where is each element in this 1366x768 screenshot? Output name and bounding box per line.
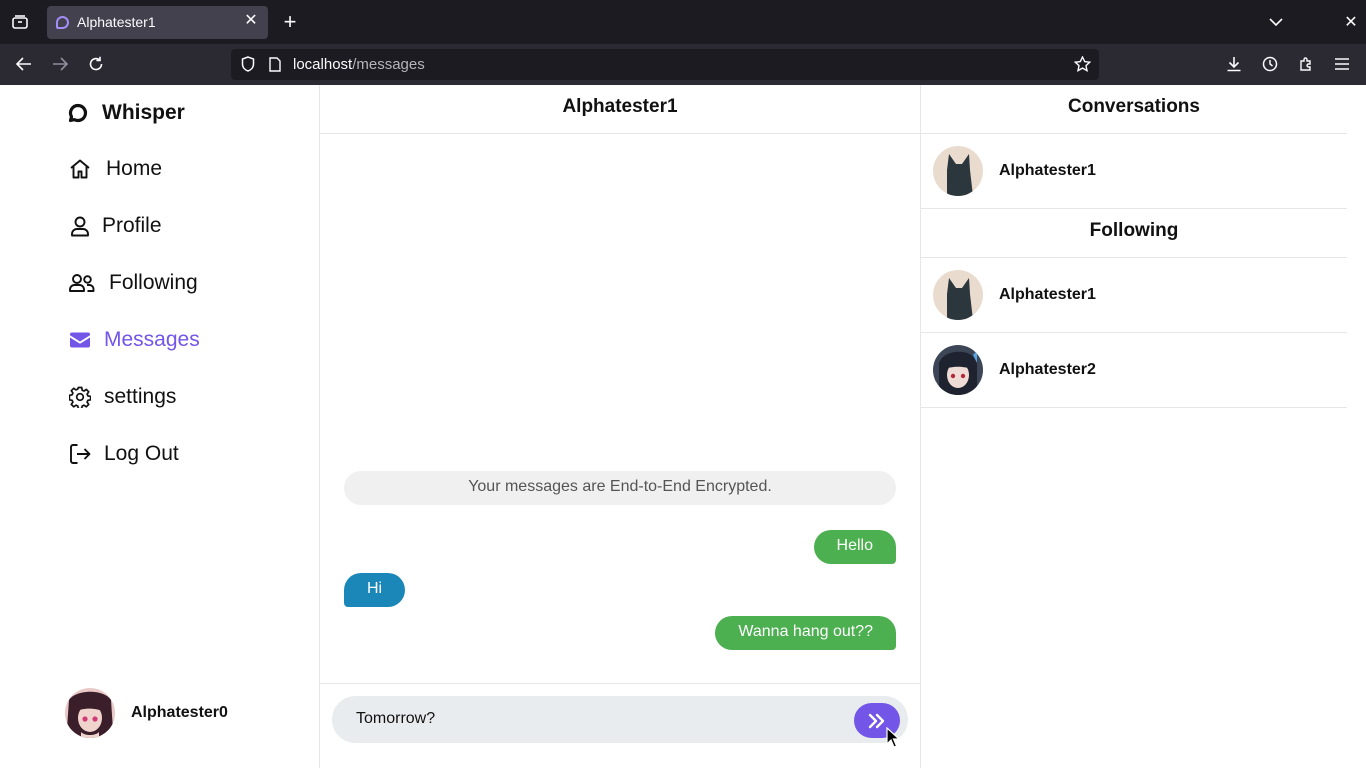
- avatar: [933, 345, 983, 395]
- tab-title: Alphatester1: [77, 14, 156, 30]
- current-user-name: Alphatester0: [131, 704, 228, 721]
- nav-label-profile: Profile: [102, 214, 162, 237]
- nav-label-logout: Log Out: [104, 442, 179, 465]
- nav-label-settings: settings: [104, 385, 177, 408]
- back-arrow-icon[interactable]: [14, 54, 34, 74]
- users-icon: [68, 271, 96, 295]
- message-bubble-incoming: Hi: [344, 573, 406, 607]
- extensions-puzzle-icon[interactable]: [1296, 54, 1316, 74]
- home-icon: [68, 157, 92, 181]
- conversation-item[interactable]: Alphatester1: [921, 134, 1347, 209]
- avatar: [933, 270, 983, 320]
- whisper-app: Whisper Home Profile Following Messages: [0, 85, 1366, 768]
- envelope-icon: [68, 328, 92, 352]
- downloads-icon[interactable]: [1224, 54, 1244, 74]
- forward-arrow-icon[interactable]: [50, 54, 70, 74]
- avatar: [933, 146, 983, 196]
- nav-item-following[interactable]: Following: [68, 268, 198, 298]
- browser-toolbar: localhost/messages: [0, 44, 1366, 85]
- tab-list-chevron-icon[interactable]: [1266, 12, 1286, 32]
- conversation-user-name: Alphatester1: [999, 162, 1096, 179]
- current-user[interactable]: Alphatester0: [65, 688, 228, 738]
- message-composer: [320, 683, 920, 768]
- brand[interactable]: Whisper: [68, 101, 185, 125]
- message-input-wrapper: [332, 696, 908, 743]
- page-info-icon[interactable]: [267, 55, 283, 73]
- new-tab-icon[interactable]: +: [280, 9, 300, 34]
- url-host: localhost: [293, 56, 353, 73]
- browser-tabbar: Alphatester1 ✕ + ✕: [0, 0, 1366, 44]
- nav-label-home: Home: [106, 157, 163, 180]
- tab-close-icon[interactable]: ✕: [242, 12, 260, 30]
- message-bubble-outgoing: Wanna hang out??: [715, 616, 896, 650]
- url-bar[interactable]: localhost/messages: [231, 49, 1099, 80]
- message-input[interactable]: [356, 710, 836, 728]
- avatar: [65, 688, 115, 738]
- nav-item-logout[interactable]: Log Out: [68, 439, 179, 469]
- history-clock-icon[interactable]: [1260, 54, 1280, 74]
- brand-name: Whisper: [102, 101, 185, 124]
- hamburger-menu-icon[interactable]: [1332, 54, 1352, 74]
- nav-item-messages[interactable]: Messages: [68, 325, 200, 355]
- whisper-logo-icon: [68, 103, 88, 123]
- logout-icon: [68, 442, 92, 466]
- window-close-icon[interactable]: ✕: [1341, 12, 1361, 32]
- nav-label-messages: Messages: [104, 328, 200, 351]
- right-panel: Conversations Alphatester1 Following Alp…: [921, 85, 1347, 768]
- url-text: localhost/messages: [293, 56, 425, 73]
- following-item[interactable]: Alphatester1: [921, 258, 1347, 333]
- sidebar: Whisper Home Profile Following Messages: [0, 85, 320, 768]
- bookmark-star-icon[interactable]: [1073, 55, 1091, 73]
- following-item[interactable]: Alphatester2: [921, 333, 1347, 408]
- nav-label-following: Following: [109, 271, 198, 294]
- reload-icon[interactable]: [86, 54, 106, 74]
- nav-item-settings[interactable]: settings: [68, 382, 176, 412]
- tab-overview-icon[interactable]: [10, 12, 30, 32]
- double-chevron-right-icon: [868, 713, 885, 728]
- following-user-name: Alphatester2: [999, 361, 1096, 378]
- chat-panel: Alphatester1 Your messages are End-to-En…: [320, 85, 921, 768]
- shield-icon[interactable]: [239, 55, 257, 73]
- encryption-notice: Your messages are End-to-End Encrypted.: [344, 471, 896, 505]
- gear-icon: [68, 385, 92, 409]
- nav-item-profile[interactable]: Profile: [68, 211, 162, 241]
- browser-tab-active[interactable]: Alphatester1 ✕: [47, 6, 268, 39]
- whisper-favicon-icon: [56, 16, 69, 29]
- following-title: Following: [921, 209, 1347, 258]
- url-path: /messages: [352, 56, 425, 73]
- message-bubble-outgoing: Hello: [813, 530, 896, 564]
- conversations-title: Conversations: [921, 85, 1347, 134]
- chat-title: Alphatester1: [320, 85, 920, 134]
- user-icon: [68, 214, 92, 238]
- nav-item-home[interactable]: Home: [68, 154, 162, 184]
- mouse-cursor-icon: [886, 727, 900, 748]
- following-user-name: Alphatester1: [999, 286, 1096, 303]
